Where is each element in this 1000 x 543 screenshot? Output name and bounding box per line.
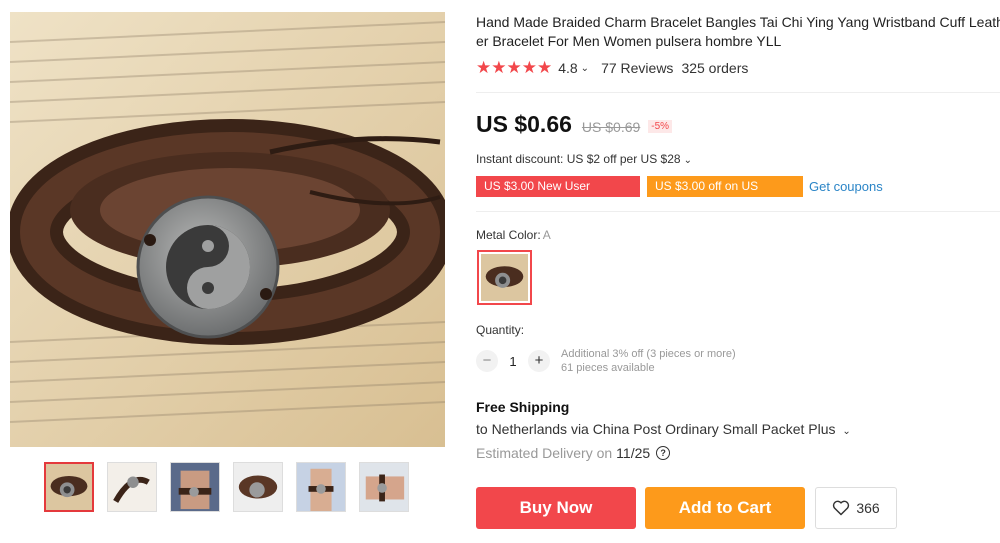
product-title: Hand Made Braided Charm Bracelet Bangles… — [476, 14, 1000, 49]
rating-row: ★★★★★ 4.8 ⌄ 77 Reviews 325 orders — [476, 58, 749, 77]
shipping-destination[interactable]: to Netherlands via China Post Ordinary S… — [476, 421, 851, 437]
quantity-input[interactable]: 1 — [498, 354, 528, 369]
add-to-cart-button[interactable]: Add to Cart — [645, 487, 805, 529]
new-user-coupon[interactable]: US $3.00 New User Coupon — [476, 176, 640, 214]
orders-count: 325 orders — [681, 60, 749, 76]
thumbnail-6[interactable] — [359, 462, 409, 512]
help-icon[interactable]: ? — [656, 446, 671, 460]
wishlist-count: 366 — [856, 500, 880, 516]
shipping-title: Free Shipping — [476, 399, 570, 415]
thumbnail-3[interactable] — [170, 462, 220, 512]
divider — [476, 211, 1000, 212]
decrease-button[interactable]: − — [476, 350, 498, 372]
chevron-down-icon: ⌄ — [842, 426, 851, 437]
store-coupon[interactable]: US $3.00 off on US $39.00 — [647, 176, 803, 214]
delivery-date: 11/25 — [616, 445, 651, 461]
price-row: US $0.66 US $0.69 -5% — [476, 111, 673, 138]
metal-color-value: A — [542, 228, 551, 242]
color-swatch-a[interactable] — [477, 250, 532, 305]
thumbnail-2[interactable] — [107, 462, 157, 512]
coupon-row: US $3.00 New User Coupon US $3.00 off on… — [476, 176, 883, 214]
main-product-image — [10, 12, 445, 447]
chevron-down-icon: ⌄ — [683, 155, 692, 166]
thumbnail-4[interactable] — [233, 462, 283, 512]
wishlist-button[interactable]: 366 — [815, 487, 897, 529]
current-price: US $0.66 — [476, 111, 572, 137]
reviews-link[interactable]: 77 Reviews — [601, 60, 673, 76]
buy-now-button[interactable]: Buy Now — [476, 487, 636, 529]
chevron-down-icon[interactable]: ⌄ — [581, 63, 589, 74]
estimated-delivery: Estimated Delivery on 11/25 ? — [476, 445, 671, 461]
increase-button[interactable]: + — [528, 350, 550, 372]
thumbnail-5[interactable] — [296, 462, 346, 512]
rating-stars-icon: ★★★★★ — [476, 58, 553, 77]
rating-value[interactable]: 4.8 — [558, 60, 577, 76]
heart-icon — [833, 500, 850, 516]
metal-color-label: Metal Color: A — [476, 228, 551, 242]
instant-discount[interactable]: Instant discount: US $2 off per US $28 ⌄ — [476, 152, 692, 166]
divider — [476, 92, 1000, 93]
thumbnail-1[interactable] — [44, 462, 94, 512]
get-coupons-link[interactable]: Get coupons — [809, 179, 883, 194]
quantity-label: Quantity: — [476, 323, 525, 337]
quantity-note: Additional 3% off (3 pieces or more) 61 … — [561, 348, 736, 374]
discount-badge: -5% — [648, 120, 673, 133]
quantity-stepper: − 1 + — [476, 350, 550, 372]
original-price: US $0.69 — [581, 119, 641, 135]
